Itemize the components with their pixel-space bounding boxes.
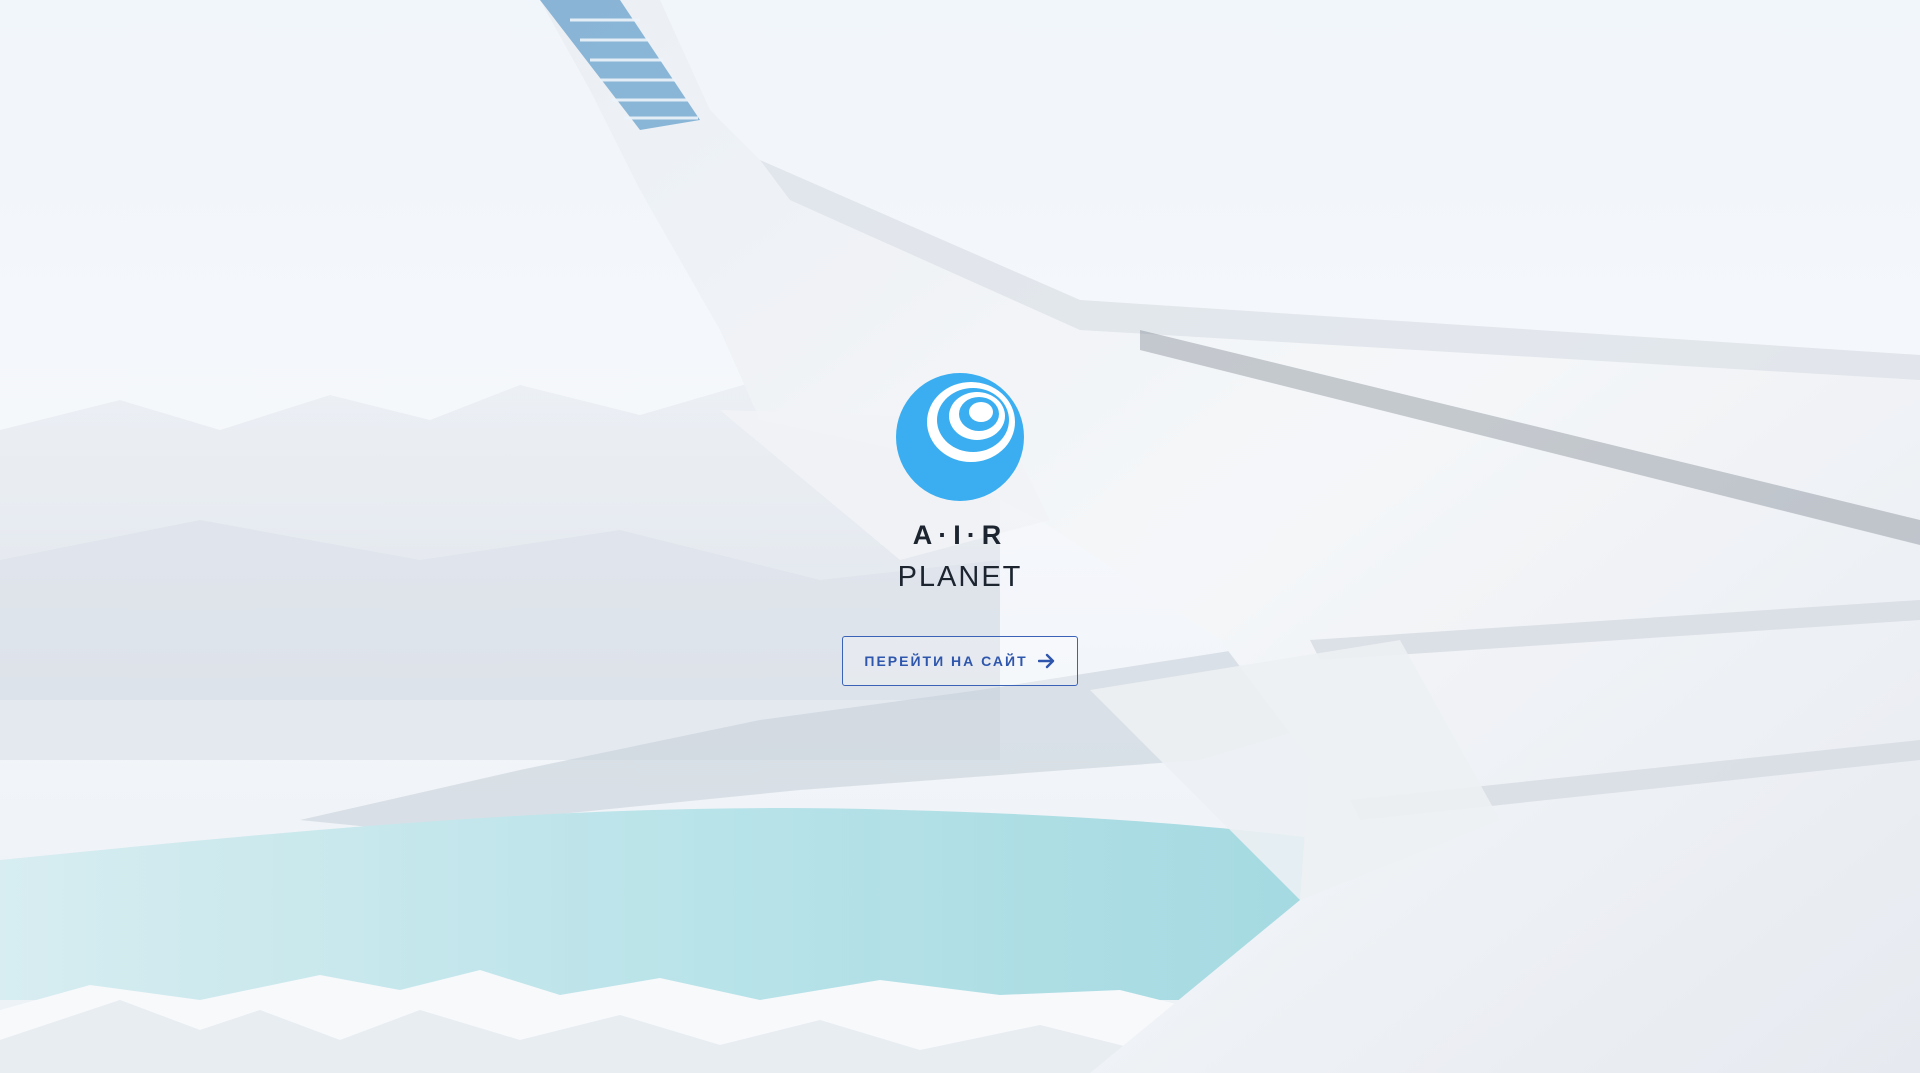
globe-rings-icon [896,373,1024,501]
brand-name-top: A·I·R [912,520,1008,550]
brand-name-bottom: PLANET [897,561,1023,593]
go-to-site-button[interactable]: ПЕРЕЙТИ НА САЙТ [842,636,1078,686]
arrow-right-icon [1037,653,1054,669]
go-to-site-label: ПЕРЕЙТИ НА САЙТ [864,653,1028,669]
hero-center: A·I·R PLANET ПЕРЕЙТИ НА САЙТ [0,370,1920,686]
landing-page: A·I·R PLANET ПЕРЕЙТИ НА САЙТ [0,0,1920,1073]
